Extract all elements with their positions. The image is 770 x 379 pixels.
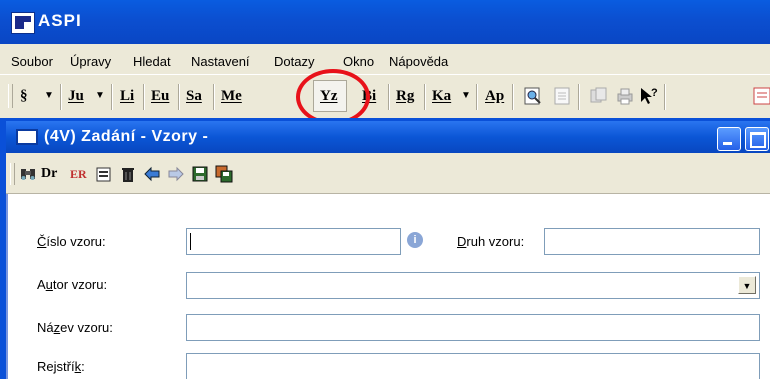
properties-icon[interactable] [95,165,113,183]
app-title-bar[interactable] [0,0,770,44]
dr-button[interactable]: Dr [41,166,57,182]
ka-dropdown-icon[interactable]: ▼ [461,90,471,101]
chevron-down-icon[interactable]: ▼ [738,276,756,294]
print-icon[interactable] [615,86,635,106]
toolbar-separator [178,84,180,110]
autor-vzoru-select[interactable] [186,272,760,299]
menu-dotazy[interactable]: Dotazy [274,54,314,69]
toolbar-grip[interactable] [8,84,13,108]
search-document-icon[interactable] [523,86,543,106]
menu-soubor[interactable]: Soubor [11,54,53,69]
toolbar-separator [388,84,390,110]
trash-icon[interactable] [119,165,137,183]
info-icon[interactable]: i [407,232,423,248]
nazev-vzoru-input[interactable] [186,314,760,341]
binoculars-icon[interactable] [19,165,37,183]
autor-vzoru-label: Autor vzoru: [37,277,108,292]
toolbar-grip[interactable] [10,163,15,185]
menu-nastaveni[interactable]: Nastavení [191,54,250,69]
rejstrik-input[interactable] [186,353,760,379]
toolbar-separator [424,84,426,110]
druh-vzoru-label: Druh vzoru: [457,234,525,249]
maximize-button[interactable] [745,127,769,151]
text-caret [190,233,191,250]
sa-button[interactable]: Sa [186,88,202,105]
toolbar-separator [664,84,666,110]
save-icon[interactable] [191,165,209,183]
eu-button[interactable]: Eu [151,88,169,105]
toolbar-separator [476,84,478,110]
menu-bar [0,44,770,74]
ju-button[interactable]: Ju [68,88,84,105]
er-button[interactable]: ER [70,167,87,182]
window-icon [16,129,38,145]
toolbar-separator [60,84,62,110]
arrow-left-icon[interactable] [143,165,161,183]
help-pointer-icon[interactable]: ? [639,86,659,106]
list-icon[interactable] [752,86,770,106]
menu-hledat[interactable]: Hledat [133,54,171,69]
toolbar-separator [111,84,113,110]
toolbar-separator [512,84,514,110]
ka-button[interactable]: Ka [432,88,451,105]
copy-disabled-icon[interactable] [589,86,609,106]
ju-dropdown-icon[interactable]: ▼ [95,90,105,101]
menu-okno[interactable]: Okno [343,54,374,69]
paragraph-button[interactable]: § [20,88,28,105]
paragraph-dropdown-icon[interactable]: ▼ [44,90,54,101]
toolbar-separator [143,84,145,110]
nazev-vzoru-label: Název vzoru: [37,320,113,335]
toolbar-separator [213,84,215,110]
cislo-vzoru-label: Číslo vzoru: [37,234,106,249]
druh-vzoru-input[interactable] [544,228,760,255]
ap-button[interactable]: Ap [485,88,504,105]
inner-window-title: (4V) Zadání - Vzory - [44,128,209,145]
svg-text:?: ? [651,87,658,99]
li-button[interactable]: Li [120,88,134,105]
highlight-circle [296,69,370,125]
toolbar-separator [578,84,580,110]
arrow-right-icon[interactable] [167,165,185,183]
menu-upravy[interactable]: Úpravy [70,54,111,69]
rg-button[interactable]: Rg [396,88,414,105]
cislo-vzoru-input[interactable] [186,228,401,255]
app-title: ASPI [38,11,82,30]
minimize-button[interactable] [717,127,741,151]
me-button[interactable]: Me [221,88,242,105]
menu-napoveda[interactable]: Nápověda [389,54,448,69]
rejstrik-label: Rejstřík: [37,359,85,374]
save-all-icon[interactable] [215,165,233,183]
document-icon[interactable] [552,86,572,106]
app-logo-icon [11,12,35,34]
